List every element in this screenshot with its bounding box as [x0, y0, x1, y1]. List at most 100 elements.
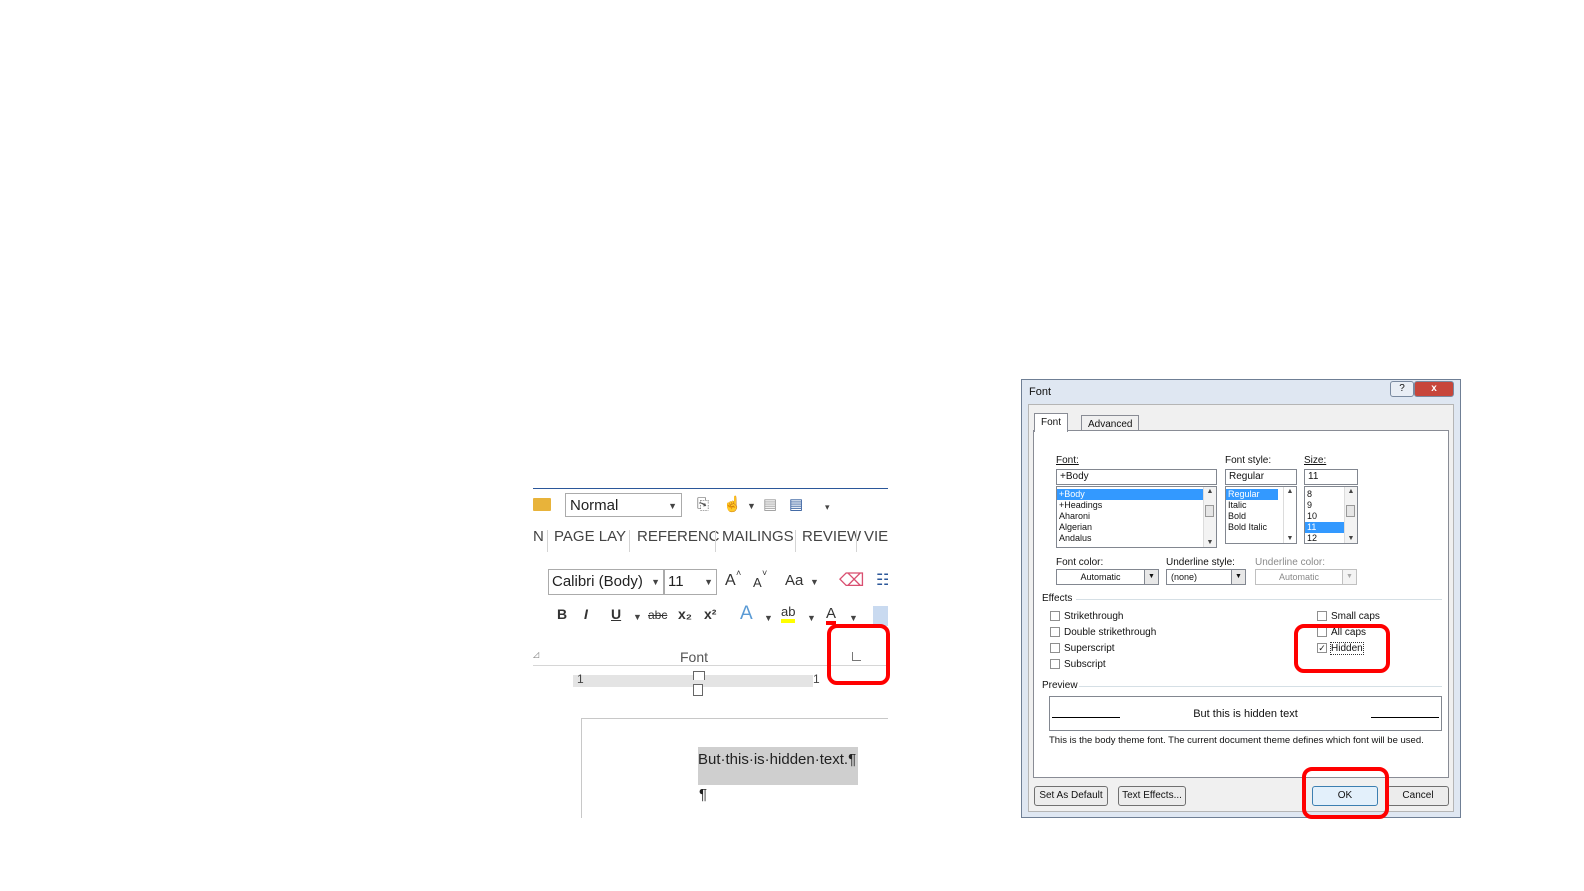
word-doc-gray-icon[interactable]: ▤ [763, 495, 777, 513]
subscript-checkbox[interactable] [1050, 659, 1060, 669]
hidden-text-line[interactable]: But·this·is·hidden·text.¶ [698, 747, 858, 785]
chevron-down-icon[interactable]: ▼ [807, 613, 816, 623]
tab-font[interactable]: Font [1034, 413, 1069, 432]
font-name-input-value: +Body [1060, 471, 1089, 482]
style-value: Normal [570, 497, 619, 514]
touch-mode-icon[interactable]: ☝ [723, 495, 742, 513]
preview-box: But this is hidden text [1049, 696, 1442, 731]
close-button[interactable]: x [1414, 381, 1454, 397]
italic-button[interactable]: I [584, 606, 588, 622]
left-indent-marker[interactable] [693, 684, 703, 696]
help-button[interactable]: ? [1390, 381, 1414, 397]
ruler-number: 1 [577, 672, 584, 686]
font-style-input-value: Regular [1229, 471, 1265, 482]
double-strikethrough-checkbox[interactable] [1050, 627, 1060, 637]
tab-page-layout[interactable]: PAGE LAY [554, 528, 626, 545]
empty-paragraph-mark: ¶ [699, 786, 708, 803]
highlight-icon[interactable]: ab [781, 605, 796, 623]
copy-format-icon[interactable]: ⎘ [697, 496, 709, 513]
chevron-down-icon[interactable]: ▼ [1231, 570, 1245, 584]
strikethrough-label[interactable]: Strikethrough [1064, 611, 1123, 622]
size-list-scrollbar[interactable]: ▲ ▼ [1344, 487, 1357, 543]
chevron-down-icon[interactable]: ▼ [668, 494, 677, 518]
underline-button[interactable]: U [611, 606, 621, 622]
set-as-default-button[interactable]: Set As Default [1034, 786, 1108, 806]
bullets-icon[interactable]: ☷ [876, 570, 888, 590]
subscript-button[interactable]: x₂ [678, 606, 692, 622]
double-strikethrough-label[interactable]: Double strikethrough [1064, 627, 1156, 638]
font-name-list[interactable]: +Body +Headings Aharoni Algerian Andalus… [1056, 486, 1217, 548]
list-item[interactable]: 11 [1305, 522, 1344, 533]
paragraph-launcher-partial-icon[interactable]: ◿ [533, 650, 539, 659]
font-name-box[interactable]: Calibri (Body) ▼ [548, 569, 664, 595]
chevron-down-icon[interactable]: ▼ [810, 577, 819, 587]
scroll-up-icon[interactable]: ▲ [1284, 488, 1296, 495]
small-caps-label[interactable]: Small caps [1331, 611, 1380, 622]
superscript-checkbox[interactable] [1050, 643, 1060, 653]
chevron-down-icon[interactable]: ▼ [849, 613, 858, 623]
font-name-input[interactable]: +Body [1056, 469, 1217, 485]
tab-view[interactable]: VIEW [864, 528, 888, 545]
preview-baseline-right [1371, 717, 1439, 718]
scroll-up-icon[interactable]: ▲ [1204, 488, 1216, 495]
list-item[interactable]: +Body [1057, 489, 1203, 500]
chevron-down-icon[interactable]: ▼ [633, 612, 642, 622]
text-effects-label: Text Effects... [1122, 790, 1182, 801]
align-left-icon[interactable] [873, 606, 888, 626]
clear-formatting-icon[interactable]: ⌫ [839, 570, 864, 591]
scroll-down-icon[interactable]: ▼ [1204, 539, 1216, 546]
grow-font-icon[interactable]: A [725, 572, 736, 590]
tab-font-label: Font [1041, 417, 1062, 428]
first-line-indent-marker[interactable] [693, 671, 705, 680]
style-list-scrollbar[interactable]: ▲ ▼ [1283, 487, 1296, 543]
scroll-down-icon[interactable]: ▼ [1345, 535, 1357, 542]
font-style-list[interactable]: Regular Italic Bold Bold Italic ▲ ▼ [1225, 486, 1297, 544]
scroll-thumb[interactable] [1205, 505, 1214, 517]
scroll-up-icon[interactable]: ▲ [1345, 488, 1357, 495]
strikethrough-button[interactable]: abc [648, 608, 667, 622]
size-input[interactable]: 11 [1304, 469, 1358, 485]
tab-home-partial[interactable]: N [533, 528, 544, 545]
style-selector[interactable]: Normal ▼ [565, 493, 682, 517]
scroll-down-icon[interactable]: ▼ [1284, 535, 1296, 542]
font-color-select[interactable]: Automatic ▼ [1056, 569, 1159, 585]
font-size-box[interactable]: 11 ▼ [664, 569, 717, 595]
superscript-button[interactable]: x² [704, 606, 716, 622]
cancel-button[interactable]: Cancel [1387, 786, 1449, 806]
chevron-down-icon[interactable]: ▼ [1144, 570, 1158, 584]
list-item[interactable]: Aharoni [1057, 511, 1216, 522]
bold-button[interactable]: B [557, 606, 567, 622]
list-item[interactable]: Andalus [1057, 533, 1216, 544]
shrink-font-icon[interactable]: A [753, 575, 762, 590]
list-item[interactable]: Algerian [1057, 522, 1216, 533]
superscript-label[interactable]: Superscript [1064, 643, 1115, 654]
list-item[interactable]: Regular [1226, 489, 1278, 500]
font-list-scrollbar[interactable]: ▲ ▼ [1203, 487, 1216, 547]
text-effects-button[interactable]: Text Effects... [1118, 786, 1186, 806]
chevron-down-icon[interactable]: ▼ [764, 613, 773, 623]
chevron-down-icon[interactable]: ▼ [747, 501, 756, 511]
word-doc-icon[interactable]: ▤ [789, 495, 803, 513]
strikethrough-checkbox[interactable] [1050, 611, 1060, 621]
list-item[interactable]: +Headings [1057, 500, 1216, 511]
scroll-thumb[interactable] [1346, 505, 1355, 517]
size-list[interactable]: 8 9 10 11 12 ▲ ▼ [1304, 486, 1358, 544]
font-color-icon[interactable]: A [826, 606, 837, 625]
underline-color-select[interactable]: Automatic ▼ [1255, 569, 1357, 585]
text-effects-icon[interactable]: A [740, 603, 753, 625]
subscript-label[interactable]: Subscript [1064, 659, 1106, 670]
tab-mailings[interactable]: MAILINGS [722, 528, 794, 545]
open-folder-icon[interactable] [533, 498, 551, 511]
small-caps-checkbox[interactable] [1317, 611, 1327, 621]
customize-toolbar-icon[interactable]: ▾ [825, 502, 830, 513]
preview-text: But this is hidden text [1193, 708, 1298, 720]
tab-advanced[interactable]: Advanced [1081, 415, 1140, 431]
underline-style-select[interactable]: (none) ▼ [1166, 569, 1246, 585]
tab-review[interactable]: REVIEW [802, 528, 861, 545]
chevron-down-icon[interactable]: ▼ [651, 570, 660, 594]
tab-references[interactable]: REFERENC [637, 528, 720, 545]
chevron-down-icon[interactable]: ▼ [704, 570, 713, 594]
chevron-down-icon[interactable]: ▼ [1342, 570, 1356, 584]
font-style-input[interactable]: Regular [1225, 469, 1297, 485]
change-case-icon[interactable]: Aa [785, 572, 803, 589]
